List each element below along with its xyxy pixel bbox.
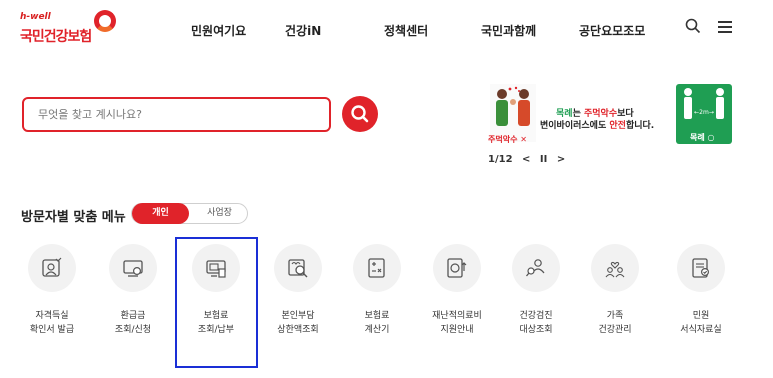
menu-item-refund[interactable]: 환급금 조회/신청	[93, 244, 173, 354]
forms-icon	[692, 258, 710, 278]
menu-icon-circle	[353, 244, 401, 292]
nav-with-citizens[interactable]: 국민과함께	[481, 22, 536, 39]
menu-item-premium-calculator[interactable]: 보험료 계산기	[337, 244, 417, 354]
menu-label-line1: 자격득실	[35, 311, 69, 321]
menu-label-line2: 계산기	[364, 325, 390, 335]
search-icon	[351, 105, 369, 123]
menu-label-line2: 서식자료실	[680, 325, 722, 335]
promo-banner[interactable]: 주먹악수 ✕ 목례는 주먹악수보다 변이바이러스에도 안전합니다. ←2m→ 목…	[488, 82, 738, 148]
menu-item-copay-limit[interactable]: 본인부담 상한액조회	[258, 244, 338, 354]
menu-icon-circle	[677, 244, 725, 292]
pager-prev-button[interactable]: <	[522, 154, 530, 165]
medical-aid-icon	[447, 258, 467, 278]
nav-health-in[interactable]: 건강iN	[285, 22, 321, 39]
search-button[interactable]	[342, 96, 378, 132]
menu-label-line1: 본인부담	[281, 311, 315, 321]
menu-icon-circle	[28, 244, 76, 292]
logo-text: 국민건강보험	[20, 29, 92, 45]
menu-label-line1: 건강검진	[519, 311, 553, 321]
menu-item-checkup-target[interactable]: 건강검진 대상조회	[496, 244, 576, 354]
search-box	[22, 97, 331, 132]
nav-civil-service[interactable]: 민원여기요	[191, 22, 246, 39]
banner-left-caption: 주먹악수 ✕	[488, 135, 527, 144]
visitor-type-toggle: 개인 사업장	[131, 203, 248, 224]
certificate-icon	[42, 257, 62, 277]
logo-mark-icon	[94, 10, 116, 32]
copay-search-icon	[288, 259, 308, 278]
selection-highlight-box	[175, 237, 258, 368]
menu-item-family-health[interactable]: 가족 건강관리	[575, 244, 655, 354]
menu-icon-circle	[109, 244, 157, 292]
menu-item-civil-forms[interactable]: 민원 서식자료실	[661, 244, 741, 354]
menu-label-line2: 조회/신청	[114, 325, 152, 335]
menu-label-line1: 가족	[606, 311, 624, 321]
menu-label-line1: 민원	[692, 311, 710, 321]
toggle-personal[interactable]: 개인	[132, 203, 189, 224]
search-input[interactable]	[24, 99, 329, 130]
banner-right-caption: 목례 ○	[690, 133, 715, 142]
pager-pause-button[interactable]: II	[540, 154, 547, 165]
menu-icon-circle	[591, 244, 639, 292]
menu-label-line1: 재난적의료비	[432, 311, 482, 321]
toggle-business[interactable]: 사업장	[192, 204, 247, 223]
checkup-search-icon	[526, 259, 545, 277]
site-logo[interactable]: h-well 국민건강보험	[20, 10, 120, 48]
visitor-menu-title: 방문자별 맞춤 메뉴	[21, 210, 126, 225]
logo-subbrand: h-well	[20, 12, 51, 22]
menu-label-line2: 확인서 발급	[29, 325, 75, 335]
menu-item-catastrophic-medical-aid[interactable]: 재난적의료비 지원안내	[417, 244, 497, 354]
menu-label-line2: 상한액조회	[277, 325, 319, 335]
hamburger-menu-icon[interactable]	[718, 21, 732, 33]
menu-item-qualification-certificate[interactable]: 자격득실 확인서 발급	[12, 244, 92, 354]
svg-text:←2m→: ←2m→	[694, 109, 714, 116]
menu-label-line2: 지원안내	[440, 325, 474, 335]
refund-icon	[123, 260, 143, 277]
menu-label-line2: 대상조회	[519, 325, 553, 335]
menu-icon-circle	[512, 244, 560, 292]
menu-label-line2: 건강관리	[598, 325, 632, 335]
family-health-icon	[605, 261, 625, 278]
pager-next-button[interactable]: >	[557, 154, 565, 165]
banner-pager: 1/12 < II >	[488, 154, 571, 165]
menu-label-line1: 보험료	[364, 311, 390, 321]
menu-icon-circle	[433, 244, 481, 292]
menu-label-line1: 환급금	[120, 311, 146, 321]
menu-icon-circle	[274, 244, 322, 292]
banner-text-line2: 변이바이러스에도 안전합니다.	[540, 121, 655, 131]
calculator-icon	[368, 258, 385, 278]
pager-count: 1/12	[488, 154, 513, 165]
nav-policy-center[interactable]: 정책센터	[384, 22, 428, 39]
search-icon[interactable]	[685, 18, 701, 34]
nav-about-corp[interactable]: 공단요모조모	[579, 22, 645, 39]
